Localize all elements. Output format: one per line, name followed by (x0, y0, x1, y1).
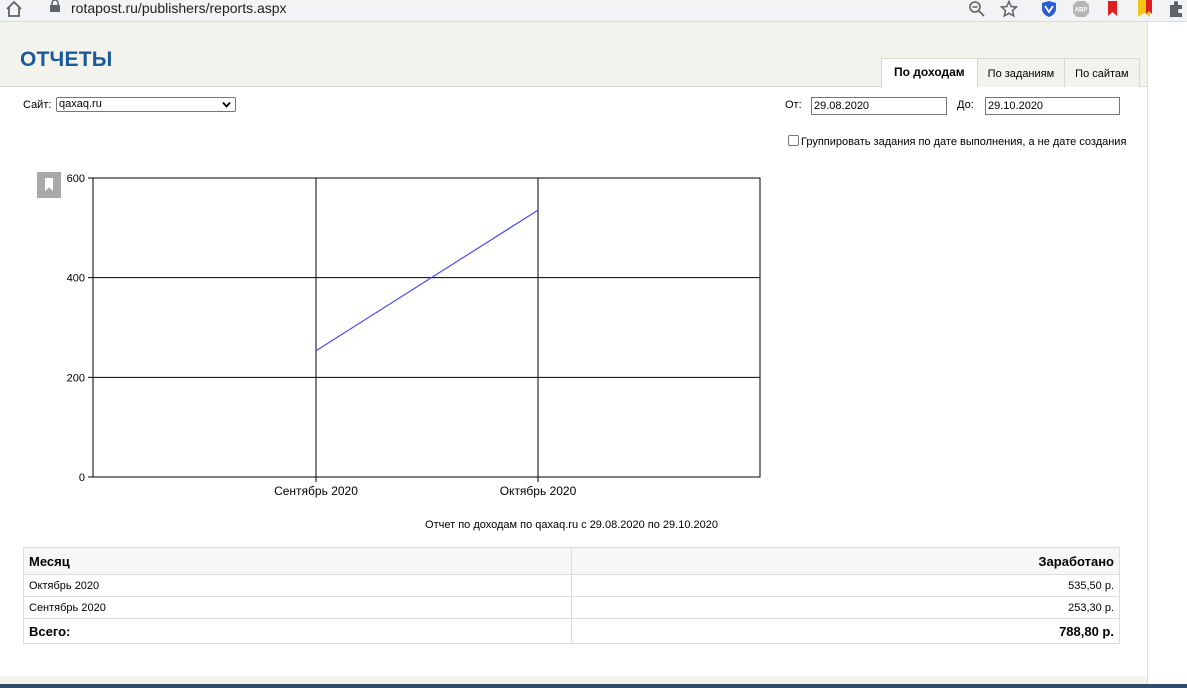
total-label: Всего: (23, 618, 572, 644)
row-earned: 253,30 р. (571, 596, 1120, 619)
table-row: Сентябрь 2020 253,30 р. (23, 596, 1120, 619)
x-tick-label: Сентябрь 2020 (274, 484, 358, 498)
total-value: 788,80 р. (571, 618, 1120, 644)
y-tick-label: 200 (67, 372, 85, 384)
income-table: Месяц Заработано Октябрь 2020 535,50 р. … (23, 547, 1120, 644)
table-total-row: Всего: 788,80 р. (23, 618, 1120, 644)
row-month: Сентябрь 2020 (23, 596, 572, 619)
table-row: Октябрь 2020 535,50 р. (23, 574, 1120, 597)
table-header-row: Месяц Заработано (23, 547, 1120, 575)
y-tick-label: 0 (79, 472, 85, 484)
chart-caption: Отчет по доходам по qaxaq.ru с 29.08.202… (425, 519, 718, 531)
y-tick-label: 600 (67, 173, 85, 185)
row-month: Октябрь 2020 (23, 574, 572, 597)
x-tick-label: Октябрь 2020 (500, 484, 577, 498)
taskbar-edge (0, 684, 1187, 688)
header-earned: Заработано (571, 547, 1120, 575)
row-earned: 535,50 р. (571, 574, 1120, 597)
header-month: Месяц (23, 547, 572, 575)
plot-area (92, 177, 761, 478)
y-tick-label: 400 (67, 273, 85, 285)
